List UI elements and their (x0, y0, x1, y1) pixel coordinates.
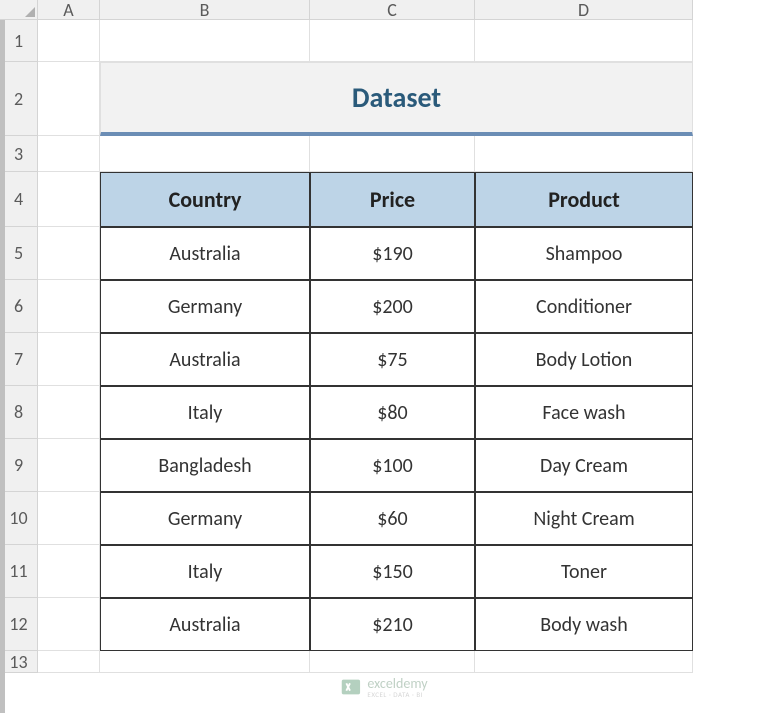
table-row[interactable]: Face wash (475, 386, 693, 439)
cell-a8[interactable] (38, 386, 100, 439)
cell-c13[interactable] (310, 651, 475, 673)
table-row[interactable]: $150 (310, 545, 475, 598)
cell-a13[interactable] (38, 651, 100, 673)
table-header-product[interactable]: Product (475, 172, 693, 227)
dataset-title[interactable]: Dataset (100, 62, 693, 136)
watermark-text: exceldemy EXCEL · DATA · BI (367, 677, 427, 698)
cell-a12[interactable] (38, 598, 100, 651)
row-header-5[interactable]: 5 (0, 227, 38, 280)
table-row[interactable]: Australia (100, 598, 310, 651)
row-header-13[interactable]: 13 (0, 651, 38, 673)
select-all-corner[interactable] (0, 0, 38, 20)
table-row[interactable]: Germany (100, 492, 310, 545)
row-header-4[interactable]: 4 (0, 172, 38, 227)
cell-c1[interactable] (310, 20, 475, 62)
cell-c3[interactable] (310, 136, 475, 172)
cell-d3[interactable] (475, 136, 693, 172)
cell-a1[interactable] (38, 20, 100, 62)
table-row[interactable]: Australia (100, 333, 310, 386)
row-header-10[interactable]: 10 (0, 492, 38, 545)
table-row[interactable]: Day Cream (475, 439, 693, 492)
table-row[interactable]: Germany (100, 280, 310, 333)
col-header-c[interactable]: C (310, 0, 475, 20)
row-header-8[interactable]: 8 (0, 386, 38, 439)
cell-a3[interactable] (38, 136, 100, 172)
row-header-7[interactable]: 7 (0, 333, 38, 386)
cell-a7[interactable] (38, 333, 100, 386)
table-row[interactable]: Italy (100, 386, 310, 439)
gutter-left (0, 0, 5, 713)
cell-d1[interactable] (475, 20, 693, 62)
table-header-country[interactable]: Country (100, 172, 310, 227)
excel-icon (339, 676, 361, 698)
table-row[interactable]: $60 (310, 492, 475, 545)
cell-a6[interactable] (38, 280, 100, 333)
col-header-b[interactable]: B (100, 0, 310, 20)
col-header-a[interactable]: A (38, 0, 100, 20)
cell-a2[interactable] (38, 62, 100, 136)
col-header-d[interactable]: D (475, 0, 693, 20)
cell-a5[interactable] (38, 227, 100, 280)
table-row[interactable]: $190 (310, 227, 475, 280)
table-row[interactable]: Australia (100, 227, 310, 280)
row-header-11[interactable]: 11 (0, 545, 38, 598)
table-row[interactable]: Toner (475, 545, 693, 598)
cell-b13[interactable] (100, 651, 310, 673)
table-row[interactable]: Conditioner (475, 280, 693, 333)
row-header-1[interactable]: 1 (0, 20, 38, 62)
table-row[interactable]: $100 (310, 439, 475, 492)
cell-a9[interactable] (38, 439, 100, 492)
cell-b3[interactable] (100, 136, 310, 172)
table-header-price[interactable]: Price (310, 172, 475, 227)
watermark-tagline: EXCEL · DATA · BI (367, 691, 427, 698)
row-header-12[interactable]: 12 (0, 598, 38, 651)
table-row[interactable]: Shampoo (475, 227, 693, 280)
table-row[interactable]: Bangladesh (100, 439, 310, 492)
table-row[interactable]: Night Cream (475, 492, 693, 545)
spreadsheet-grid: A B C D 1 2 Dataset 3 4 Country Price Pr… (0, 0, 767, 673)
table-row[interactable]: $80 (310, 386, 475, 439)
table-row[interactable]: $200 (310, 280, 475, 333)
table-row[interactable]: Italy (100, 545, 310, 598)
cell-b1[interactable] (100, 20, 310, 62)
watermark-name: exceldemy (367, 677, 427, 691)
table-row[interactable]: Body Lotion (475, 333, 693, 386)
table-row[interactable]: $75 (310, 333, 475, 386)
table-row[interactable]: Body wash (475, 598, 693, 651)
cell-a10[interactable] (38, 492, 100, 545)
table-row[interactable]: $210 (310, 598, 475, 651)
row-header-6[interactable]: 6 (0, 280, 38, 333)
watermark: exceldemy EXCEL · DATA · BI (339, 676, 427, 698)
row-header-9[interactable]: 9 (0, 439, 38, 492)
cell-a11[interactable] (38, 545, 100, 598)
row-header-2[interactable]: 2 (0, 62, 38, 136)
cell-d13[interactable] (475, 651, 693, 673)
row-header-3[interactable]: 3 (0, 136, 38, 172)
cell-a4[interactable] (38, 172, 100, 227)
